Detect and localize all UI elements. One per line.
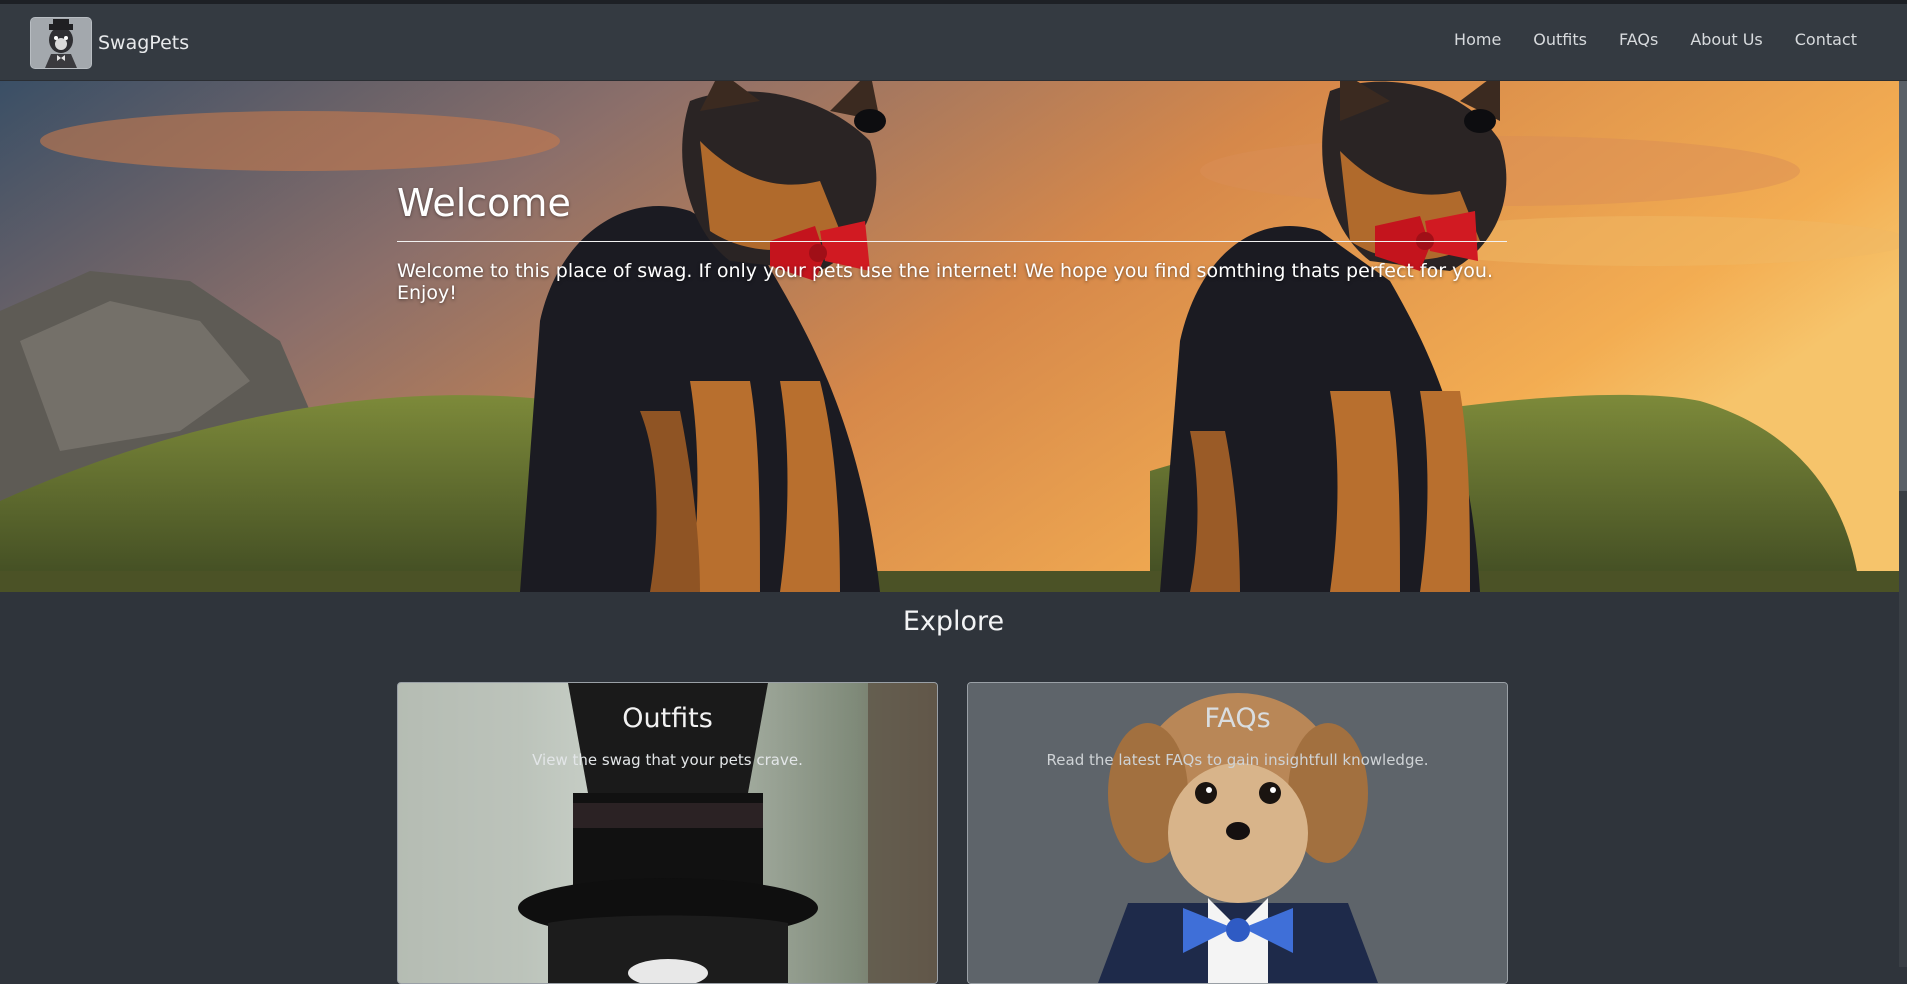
navbar: SwagPets Home Outfits FAQs About Us Cont…	[0, 4, 1907, 81]
scrollbar-thumb[interactable]	[1899, 81, 1907, 491]
brand-name[interactable]: SwagPets	[98, 32, 189, 54]
nav-link-contact[interactable]: Contact	[1795, 30, 1857, 49]
brand-link[interactable]: SwagPets	[30, 17, 189, 69]
main-nav: Home Outfits FAQs About Us Contact	[1422, 30, 1857, 49]
nav-link-home[interactable]: Home	[1454, 30, 1501, 49]
outfits-card[interactable]: Outfits View the swag that your pets cra…	[397, 682, 938, 984]
hero-title: Welcome	[397, 181, 571, 225]
outfits-card-title[interactable]: Outfits	[398, 703, 937, 734]
hero-subtitle: Welcome to this place of swag. If only y…	[397, 260, 1494, 304]
explore-heading: Explore	[902, 606, 1005, 637]
hero-banner: Welcome Welcome to this place of swag. I…	[0, 81, 1907, 592]
faqs-card[interactable]: FAQs Read the latest FAQs to gain insigh…	[967, 682, 1508, 984]
hero-divider	[397, 241, 1507, 242]
outfits-card-subtitle: View the swag that your pets crave.	[532, 751, 803, 769]
hero-background-image	[0, 81, 1907, 592]
nav-link-faqs[interactable]: FAQs	[1619, 30, 1658, 49]
faqs-card-subtitle: Read the latest FAQs to gain insightfull…	[1046, 751, 1429, 769]
hero-content: Welcome Welcome to this place of swag. I…	[397, 181, 1507, 304]
faqs-card-title[interactable]: FAQs	[968, 703, 1507, 734]
nav-link-about-us[interactable]: About Us	[1690, 30, 1762, 49]
nav-link-outfits[interactable]: Outfits	[1533, 30, 1587, 49]
dog-logo-icon	[30, 17, 92, 69]
